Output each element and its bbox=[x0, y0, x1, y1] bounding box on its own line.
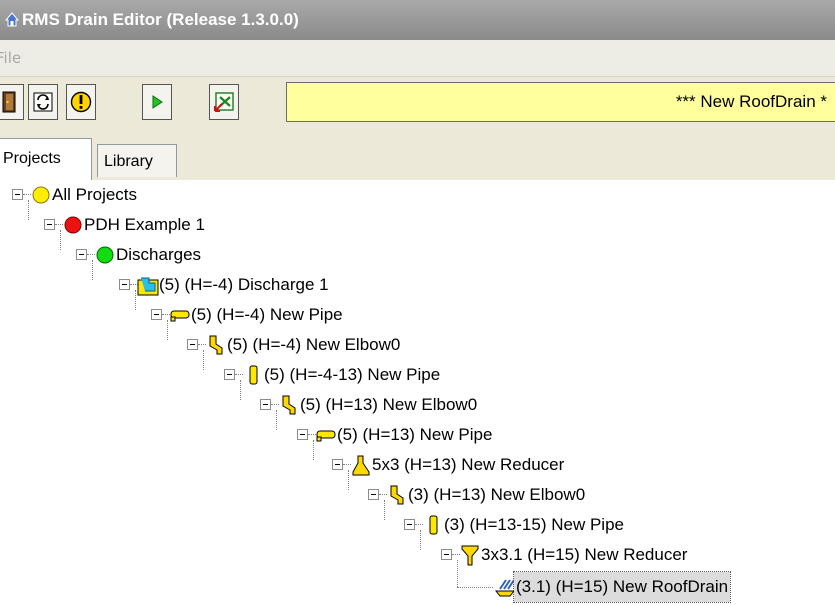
warning-icon bbox=[70, 91, 92, 113]
collapse-toggle[interactable] bbox=[151, 309, 162, 320]
reducer-icon bbox=[352, 455, 370, 476]
tree-node-label: All Projects bbox=[52, 185, 138, 204]
elbow-icon bbox=[209, 335, 223, 355]
tab-projects[interactable]: Projects bbox=[0, 138, 92, 180]
exit-button[interactable] bbox=[0, 84, 24, 120]
tab-strip: Projects Library bbox=[0, 132, 835, 181]
funnel-reducer-icon bbox=[461, 545, 479, 566]
collapse-toggle[interactable] bbox=[368, 489, 379, 500]
tree-connector bbox=[60, 230, 61, 250]
tree-node-label: (3) (H=13) New Elbow0 bbox=[408, 485, 586, 504]
window-title: RMS Drain Editor (Release 1.3.0.0) bbox=[22, 10, 299, 29]
tree-node-label: (5) (H=13) New Elbow0 bbox=[300, 395, 478, 414]
tree-connector bbox=[28, 200, 29, 220]
tab-library[interactable]: Library bbox=[97, 144, 177, 177]
tree-connector bbox=[313, 440, 314, 460]
menu-bar: File bbox=[0, 40, 835, 77]
horizontal-pipe-icon bbox=[316, 430, 336, 442]
collapse-toggle[interactable] bbox=[12, 189, 23, 200]
tree-connector bbox=[135, 290, 136, 310]
collapse-toggle[interactable] bbox=[441, 549, 452, 560]
tree-node-label: (3) (H=13-15) New Pipe bbox=[444, 515, 624, 534]
project-tree[interactable]: All Projects PDH Example 1 Discharges (5… bbox=[0, 180, 835, 605]
elbow-icon bbox=[282, 395, 296, 415]
horizontal-pipe-icon bbox=[170, 310, 190, 322]
tree-node-label: (3.1) (H=15) New RoofDrain bbox=[512, 571, 732, 603]
menu-file[interactable]: File bbox=[0, 40, 27, 76]
collapse-toggle[interactable] bbox=[76, 249, 87, 260]
tree-connector bbox=[203, 350, 204, 370]
refresh-icon bbox=[33, 92, 53, 112]
tree-node-label: (5) (H=13) New Pipe bbox=[337, 425, 493, 444]
tree-node-label: (5) (H=-4) New Pipe bbox=[191, 305, 343, 324]
tree-node-label: 5x3 (H=13) New Reducer bbox=[372, 455, 565, 474]
status-text: *** New RoofDrain * bbox=[675, 92, 827, 111]
collapse-toggle[interactable] bbox=[404, 519, 415, 530]
collapse-toggle[interactable] bbox=[260, 399, 271, 410]
status-display: *** New RoofDrain * bbox=[286, 82, 835, 122]
play-icon bbox=[152, 95, 163, 109]
tree-node-label: PDH Example 1 bbox=[84, 215, 205, 234]
green-circle-icon bbox=[96, 246, 114, 264]
tree-connector bbox=[420, 530, 421, 550]
refresh-button[interactable] bbox=[28, 84, 58, 120]
collapse-toggle[interactable] bbox=[187, 339, 198, 350]
tree-connector bbox=[276, 410, 277, 430]
title-bar[interactable]: RMS Drain Editor (Release 1.3.0.0) bbox=[0, 0, 835, 40]
tree-connector bbox=[457, 560, 458, 587]
tree-node-label: (5) (H=-4) New Elbow0 bbox=[227, 335, 401, 354]
tree-node-label: 3x3.1 (H=15) New Reducer bbox=[481, 545, 688, 564]
collapse-toggle[interactable] bbox=[44, 219, 55, 230]
toolbar: *** New RoofDrain * bbox=[0, 77, 835, 132]
vertical-pipe-icon bbox=[429, 515, 438, 535]
exit-door-icon bbox=[2, 91, 16, 113]
tree-connector bbox=[348, 470, 349, 490]
app-icon bbox=[4, 12, 20, 27]
collapse-toggle[interactable] bbox=[332, 459, 343, 470]
export-icon bbox=[214, 92, 234, 112]
run-button[interactable] bbox=[142, 84, 172, 120]
tree-connector bbox=[240, 380, 241, 400]
red-circle-icon bbox=[64, 216, 82, 234]
tree-connector bbox=[92, 260, 93, 280]
collapse-toggle[interactable] bbox=[224, 369, 235, 380]
roof-drain-icon bbox=[494, 579, 516, 597]
tree-node-label: (5) (H=-4-13) New Pipe bbox=[264, 365, 441, 384]
elbow-icon bbox=[390, 485, 404, 505]
export-button[interactable] bbox=[209, 84, 239, 120]
tree-connector bbox=[167, 320, 168, 340]
collapse-toggle[interactable] bbox=[297, 429, 308, 440]
collapse-toggle[interactable] bbox=[119, 279, 130, 290]
tree-node-label: (5) (H=-4) Discharge 1 bbox=[159, 275, 329, 294]
tree-node-label: Discharges bbox=[116, 245, 202, 264]
tree-connector bbox=[457, 587, 493, 588]
yellow-circle-icon bbox=[32, 186, 50, 204]
discharge-icon bbox=[137, 277, 159, 296]
warning-button[interactable] bbox=[66, 84, 96, 120]
tree-connector bbox=[384, 500, 385, 520]
vertical-pipe-icon bbox=[249, 365, 258, 385]
